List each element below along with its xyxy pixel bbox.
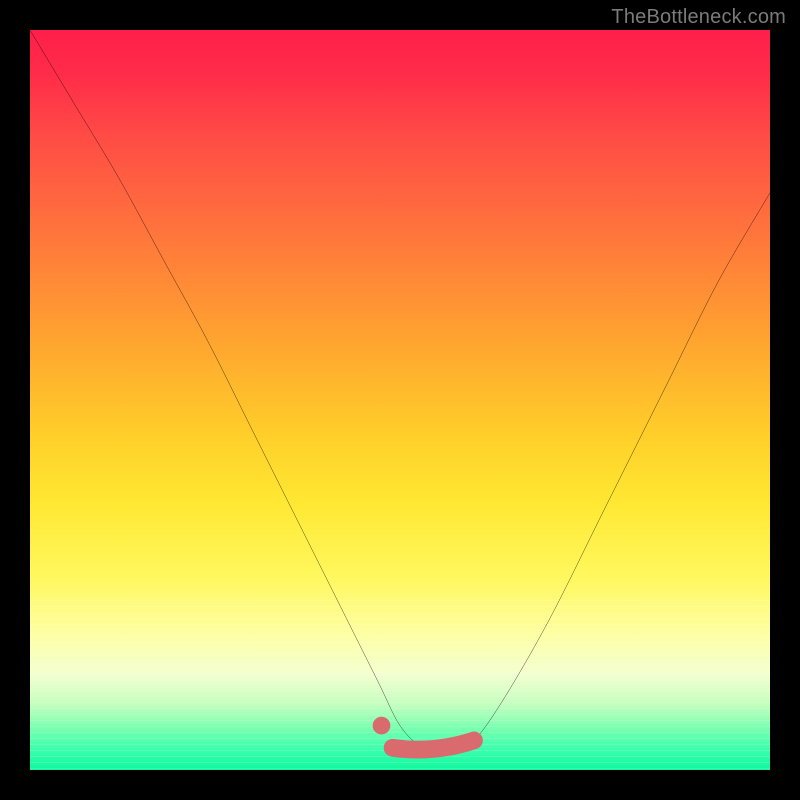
- watermark-text: TheBottleneck.com: [611, 6, 786, 29]
- plot-area: [30, 30, 770, 770]
- curve-layer: [30, 30, 770, 770]
- chart-stage: TheBottleneck.com: [0, 0, 800, 800]
- valley-start-dot: [373, 717, 391, 735]
- bottleneck-curve: [30, 30, 770, 755]
- flat-valley-segment: [393, 740, 474, 749]
